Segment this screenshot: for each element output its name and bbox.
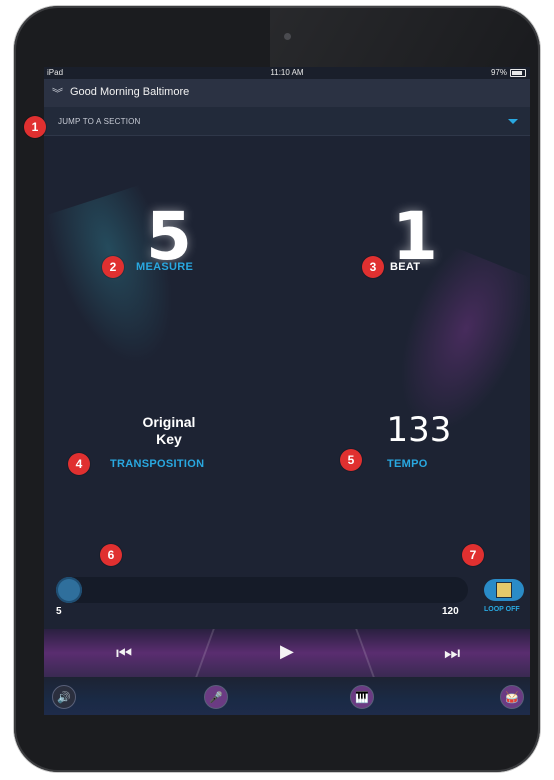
- speaker-icon[interactable]: 🔊: [52, 685, 76, 709]
- key-value: Original Key: [104, 414, 234, 448]
- song-title: Good Morning Baltimore: [70, 86, 190, 98]
- dropdown-arrow-icon: [508, 119, 518, 124]
- annotation-badge-4: 4: [68, 453, 90, 475]
- annotation-badge-7: 7: [462, 544, 484, 566]
- piano-icon[interactable]: 🎹: [350, 685, 374, 709]
- skip-next-icon[interactable]: ⏭: [444, 643, 460, 664]
- battery-percent: 97%: [490, 68, 507, 77]
- annotation-badge-6: 6: [100, 544, 122, 566]
- drum-icon[interactable]: 🥁: [500, 685, 524, 709]
- measure-label[interactable]: MEASURE: [136, 261, 193, 273]
- loop-toggle-button[interactable]: [484, 579, 524, 601]
- battery-icon: [510, 68, 526, 77]
- app-screen: iPad 11:10 AM 97% ︾ Good Morning Baltimo…: [44, 67, 530, 715]
- battery-area: 97%: [491, 68, 526, 77]
- stage-area: 5 MEASURE 1 BEAT Original Key TRANSPOSIT…: [44, 136, 530, 576]
- status-bar: iPad 11:10 AM 97%: [44, 67, 530, 79]
- slider-min-label: 5: [56, 606, 62, 617]
- collapse-chevron-icon[interactable]: ︾: [52, 85, 63, 101]
- tempo-value: 133: [386, 410, 452, 450]
- loop-icon: [496, 582, 512, 598]
- tempo-label[interactable]: TEMPO: [387, 458, 428, 470]
- key-line1: Original: [142, 414, 196, 430]
- instrument-toolbar: 🔊 🎤 🎹 🥁: [44, 677, 530, 715]
- skip-previous-icon[interactable]: ⏮: [116, 643, 132, 664]
- microphone-icon[interactable]: 🎤: [204, 685, 228, 709]
- jump-to-section-label: JUMP TO A SECTION: [58, 117, 141, 126]
- annotation-badge-1: 1: [24, 116, 46, 138]
- loop-label: LOOP OFF: [484, 606, 520, 613]
- measure-slider-thumb[interactable]: [56, 577, 82, 603]
- beat-label: BEAT: [390, 261, 421, 273]
- play-icon[interactable]: ▶: [280, 641, 294, 662]
- title-bar: ︾ Good Morning Baltimore: [44, 79, 530, 107]
- stage-beam: [355, 629, 375, 677]
- key-line2: Key: [156, 431, 182, 447]
- transport-bar: ⏮ ▶ ⏭: [44, 629, 530, 677]
- annotation-badge-5: 5: [340, 449, 362, 471]
- stage-beam: [195, 629, 215, 677]
- clock: 11:10 AM: [270, 68, 304, 77]
- transposition-label[interactable]: TRANSPOSITION: [110, 458, 204, 470]
- slider-max-label: 120: [442, 606, 459, 617]
- front-camera: [284, 33, 291, 40]
- annotation-badge-2: 2: [102, 256, 124, 278]
- annotation-badge-3: 3: [362, 256, 384, 278]
- jump-to-section-dropdown[interactable]: JUMP TO A SECTION: [44, 107, 530, 136]
- measure-slider-track[interactable]: [56, 577, 468, 603]
